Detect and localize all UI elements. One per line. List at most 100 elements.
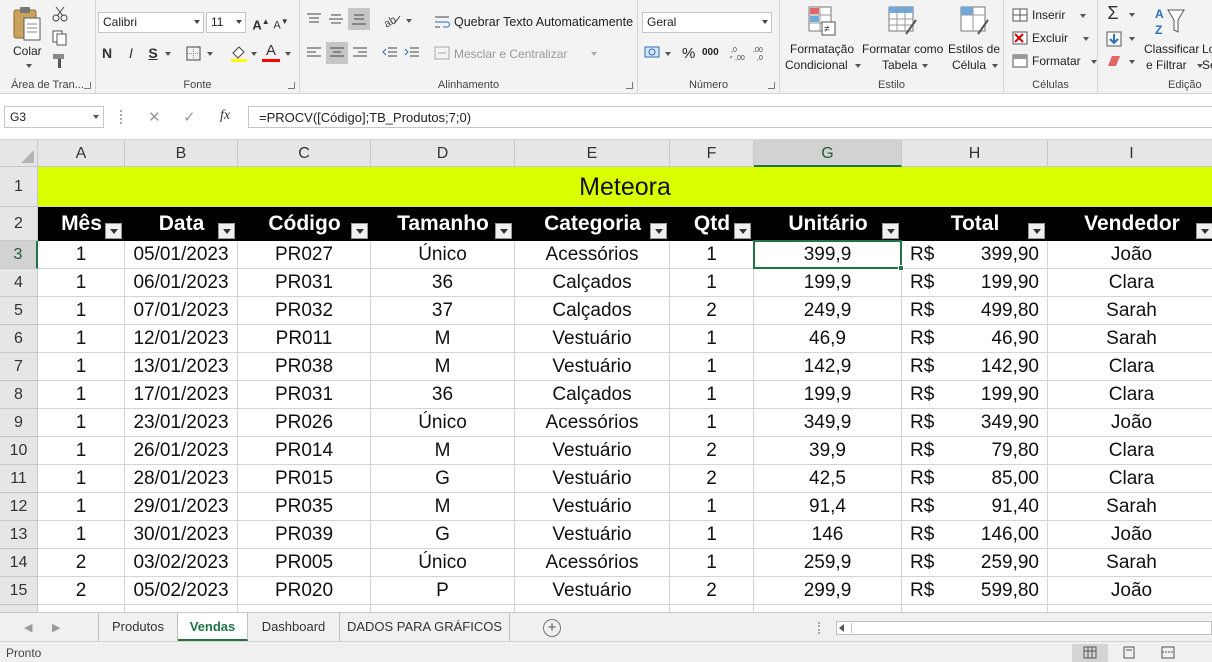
data-cell[interactable]: 142,9 — [754, 353, 902, 381]
autosum-dropdown-icon[interactable] — [1129, 13, 1135, 17]
data-cell[interactable]: Calçados — [515, 269, 670, 297]
insert-button[interactable]: Inserir — [1010, 6, 1094, 24]
sort-filter-button[interactable]: AZ Classificar e Filtrar — [1142, 4, 1204, 74]
data-cell[interactable]: 17/01/2023 — [125, 381, 238, 409]
conditional-format-button[interactable]: ≠ Formatação Condicional — [782, 4, 862, 74]
data-cell[interactable]: 1 — [670, 325, 754, 353]
data-cell[interactable]: M — [371, 353, 515, 381]
data-cell[interactable]: 1 — [38, 409, 125, 437]
data-cell[interactable]: R$ 46,90 — [902, 325, 1048, 353]
data-cell[interactable]: M — [371, 325, 515, 353]
data-cell[interactable]: R$ 199,90 — [902, 269, 1048, 297]
fill-dropdown-icon[interactable] — [1129, 37, 1135, 41]
paste-dropdown-icon[interactable] — [26, 64, 32, 68]
copy-icon[interactable] — [52, 30, 68, 46]
italic-button[interactable]: I — [122, 44, 140, 62]
data-cell[interactable]: 1 — [38, 269, 125, 297]
data-cell[interactable]: Sarah — [1048, 549, 1212, 577]
data-cell[interactable]: 13/01/2023 — [125, 353, 238, 381]
number-launcher-icon[interactable] — [768, 82, 775, 89]
data-cell[interactable]: G — [371, 521, 515, 549]
partial-cell[interactable] — [515, 605, 670, 612]
data-cell[interactable]: PR039 — [238, 521, 371, 549]
wrap-text-button[interactable]: Quebrar Texto Automaticamente — [432, 12, 633, 32]
partial-cell[interactable] — [754, 605, 902, 612]
title-cell[interactable]: Meteora — [38, 167, 1212, 207]
data-cell[interactable]: PR026 — [238, 409, 371, 437]
filter-dropdown-icon[interactable] — [882, 223, 899, 239]
table-header-cell[interactable]: Vendedor — [1048, 207, 1212, 241]
row-header-1[interactable]: 1 — [0, 167, 38, 207]
table-header-cell[interactable]: Unitário — [754, 207, 902, 241]
data-cell[interactable]: 1 — [670, 493, 754, 521]
data-cell[interactable]: PR031 — [238, 381, 371, 409]
data-cell[interactable]: 399,9 — [754, 241, 902, 269]
table-header-cell[interactable]: Código — [238, 207, 371, 241]
filter-dropdown-icon[interactable] — [351, 223, 368, 239]
sheet-tab-dados-para-gr-ficos[interactable]: DADOS PARA GRÁFICOS — [340, 613, 510, 641]
data-cell[interactable]: 1 — [670, 381, 754, 409]
data-cell[interactable]: 1 — [38, 241, 125, 269]
accounting-format-icon[interactable] — [644, 44, 662, 60]
data-cell[interactable]: G — [371, 465, 515, 493]
insert-function-icon[interactable]: fx — [220, 108, 230, 124]
data-cell[interactable]: Sarah — [1048, 297, 1212, 325]
data-cell[interactable]: 2 — [38, 549, 125, 577]
font-name-select[interactable]: Calibri — [98, 12, 204, 33]
data-cell[interactable]: M — [371, 437, 515, 465]
increase-decimal-icon[interactable]: ,0,00 — [730, 44, 748, 62]
filter-dropdown-icon[interactable] — [1028, 223, 1045, 239]
data-cell[interactable]: 259,9 — [754, 549, 902, 577]
data-cell[interactable]: Único — [371, 409, 515, 437]
data-cell[interactable]: 05/01/2023 — [125, 241, 238, 269]
align-right-icon[interactable] — [352, 46, 368, 60]
data-cell[interactable]: R$ 85,00 — [902, 465, 1048, 493]
fill-icon[interactable] — [1106, 31, 1122, 47]
cell-styles-button[interactable]: Estilos de Célula — [946, 4, 1002, 74]
partial-cell[interactable] — [125, 605, 238, 612]
filter-dropdown-icon[interactable] — [105, 223, 122, 239]
data-cell[interactable]: Vestuário — [515, 353, 670, 381]
orientation-dropdown-icon[interactable] — [406, 19, 412, 23]
name-box[interactable]: G3 — [4, 106, 104, 128]
add-sheet-button[interactable]: + — [543, 619, 561, 637]
alignment-launcher-icon[interactable] — [626, 82, 633, 89]
table-header-cell[interactable]: Categoria — [515, 207, 670, 241]
column-header-c[interactable]: C — [238, 140, 371, 167]
data-cell[interactable]: Vestuário — [515, 465, 670, 493]
data-cell[interactable]: 1 — [38, 297, 125, 325]
table-header-cell[interactable]: Total — [902, 207, 1048, 241]
filter-dropdown-icon[interactable] — [650, 223, 667, 239]
scroll-tabs-left-icon[interactable]: ◀ — [24, 621, 32, 634]
sheet-tab-produtos[interactable]: Produtos — [98, 613, 178, 641]
autosum-icon[interactable]: Σ — [1104, 4, 1122, 22]
row-header-16[interactable]: 16 — [0, 605, 38, 612]
data-cell[interactable]: R$ 79,80 — [902, 437, 1048, 465]
data-cell[interactable]: 1 — [670, 549, 754, 577]
data-cell[interactable]: PR027 — [238, 241, 371, 269]
data-cell[interactable]: Clara — [1048, 269, 1212, 297]
data-cell[interactable]: 2 — [670, 577, 754, 605]
filter-dropdown-icon[interactable] — [495, 223, 512, 239]
data-cell[interactable]: Calçados — [515, 381, 670, 409]
data-cell[interactable]: 1 — [38, 521, 125, 549]
partial-cell[interactable] — [371, 605, 515, 612]
font-color-icon[interactable]: A — [262, 42, 280, 62]
data-cell[interactable]: 1 — [670, 241, 754, 269]
scroll-left-icon[interactable] — [839, 624, 844, 632]
find-select-button[interactable]: Lo Se — [1200, 4, 1212, 74]
data-cell[interactable]: Clara — [1048, 381, 1212, 409]
data-cell[interactable]: 30/01/2023 — [125, 521, 238, 549]
data-cell[interactable]: 1 — [670, 269, 754, 297]
data-cell[interactable]: Vestuário — [515, 325, 670, 353]
data-cell[interactable]: 1 — [670, 521, 754, 549]
data-cell[interactable]: 46,9 — [754, 325, 902, 353]
data-cell[interactable]: Único — [371, 241, 515, 269]
data-cell[interactable]: 07/01/2023 — [125, 297, 238, 325]
data-cell[interactable]: 2 — [670, 437, 754, 465]
table-header-cell[interactable]: Qtd — [670, 207, 754, 241]
borders-dropdown-icon[interactable] — [207, 52, 213, 56]
data-cell[interactable]: 2 — [670, 465, 754, 493]
data-cell[interactable]: 299,9 — [754, 577, 902, 605]
data-cell[interactable]: 91,4 — [754, 493, 902, 521]
